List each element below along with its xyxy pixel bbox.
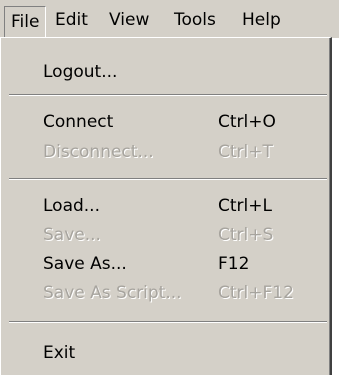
menu-item-save-as[interactable]: Save As... F12 (1, 250, 330, 280)
menu-item-label: Save As... (43, 254, 127, 274)
menu-separator (9, 321, 327, 323)
menu-item-label: Save... (43, 225, 101, 245)
menu-item-exit[interactable]: Exit (1, 339, 330, 369)
menu-item-shortcut: Ctrl+S (218, 225, 274, 245)
menu-bar: File Edit View Tools Help (0, 0, 339, 38)
menu-item-label: Disconnect... (43, 142, 154, 162)
menu-separator (9, 178, 327, 180)
menu-item-shortcut: F12 (218, 254, 250, 274)
menu-separator (9, 94, 327, 96)
menu-item-connect[interactable]: Connect Ctrl+O (1, 108, 330, 138)
menu-item-shortcut: Ctrl+T (218, 142, 273, 162)
menu-item-label: Logout... (43, 62, 118, 82)
menu-item-label: Connect (43, 112, 114, 132)
menu-item-label: Save As Script... (43, 283, 182, 303)
menu-item-disconnect: Disconnect... Ctrl+T (1, 138, 330, 168)
menu-item-load[interactable]: Load... Ctrl+L (1, 192, 330, 222)
menu-view[interactable]: View (109, 7, 149, 33)
menu-file[interactable]: File (4, 6, 47, 37)
menu-item-label: Exit (43, 343, 76, 363)
menu-item-shortcut: Ctrl+O (218, 112, 276, 132)
menu-help[interactable]: Help (242, 7, 281, 33)
menu-item-logout[interactable]: Logout... (1, 58, 330, 88)
menu-edit[interactable]: Edit (55, 7, 88, 33)
menu-item-shortcut: Ctrl+L (218, 196, 272, 216)
menu-item-save-as-script: Save As Script... Ctrl+F12 (1, 279, 330, 309)
menu-tools[interactable]: Tools (174, 7, 216, 33)
menu-item-save: Save... Ctrl+S (1, 221, 330, 251)
menu-item-shortcut: Ctrl+F12 (218, 283, 294, 303)
file-menu-dropdown: Logout... Connect Ctrl+O Disconnect... C… (0, 37, 332, 375)
menu-item-label: Load... (43, 196, 100, 216)
